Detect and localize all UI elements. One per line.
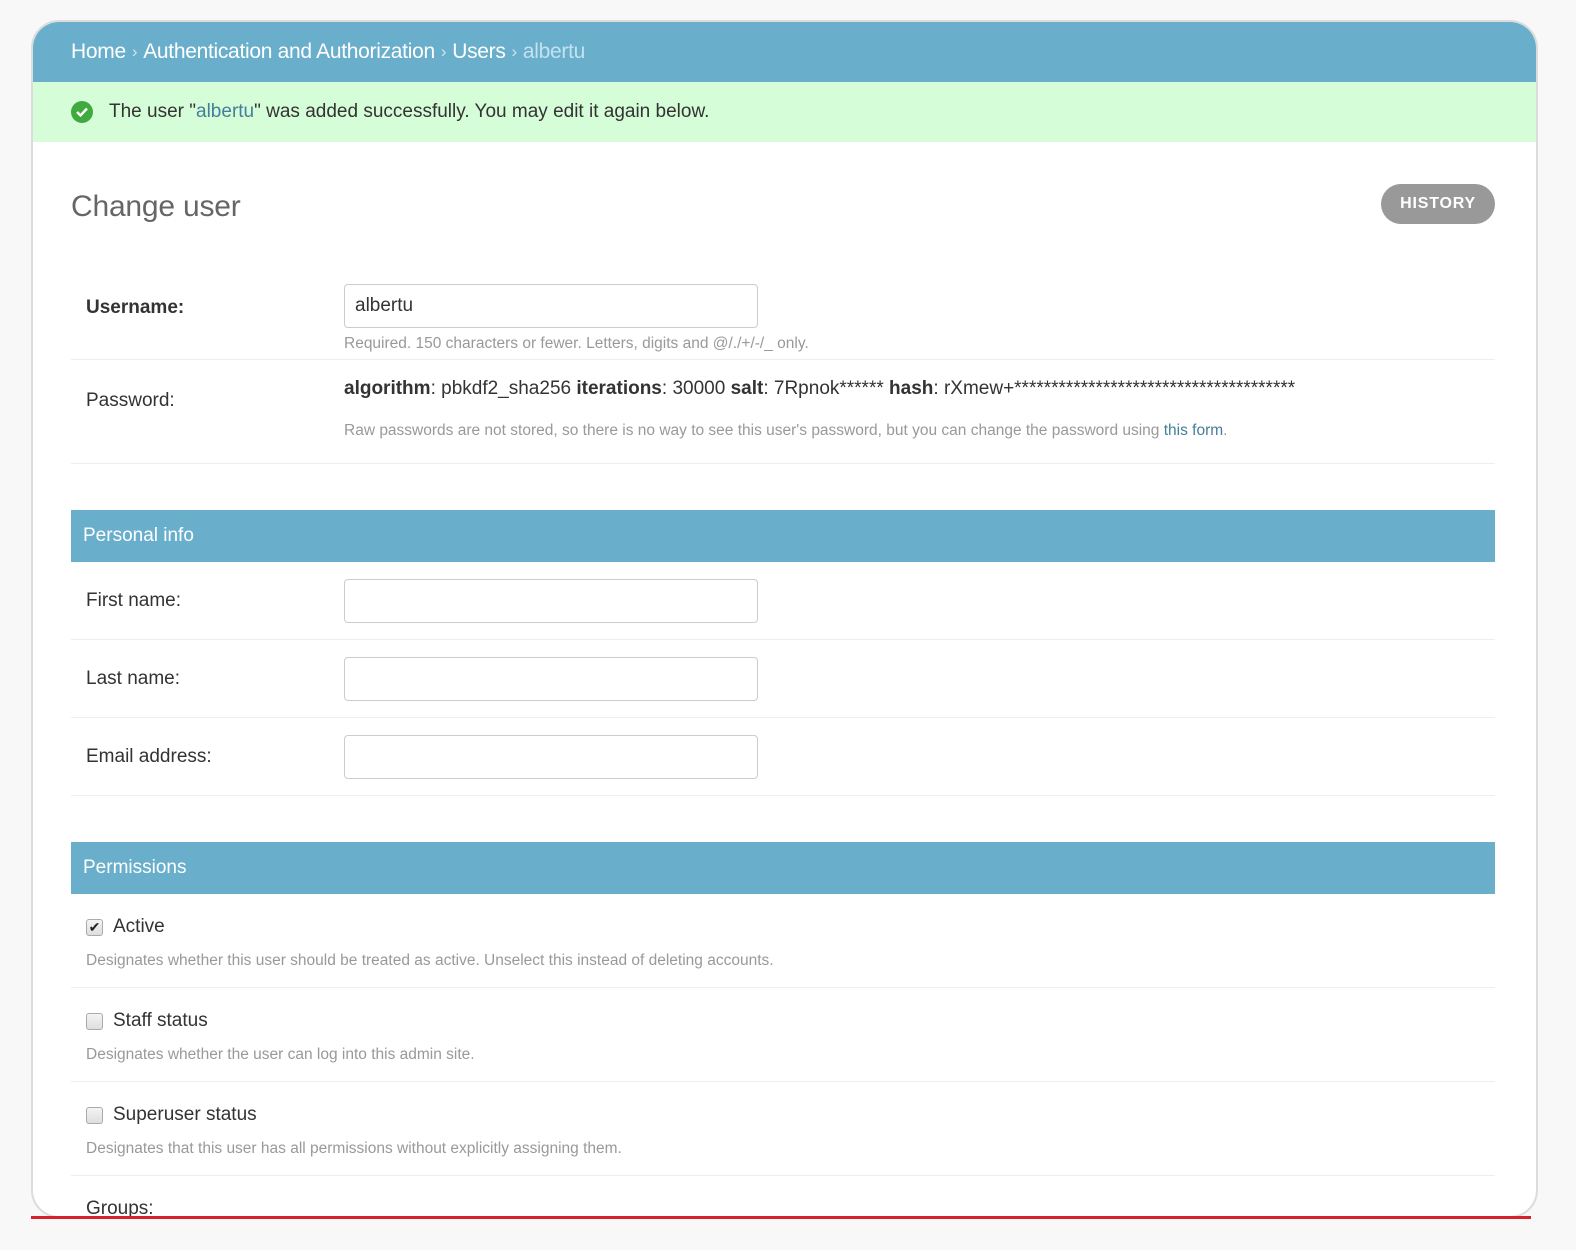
breadcrumb-separator: › xyxy=(131,42,138,61)
success-message: The user " albertu " was added successfull… xyxy=(33,82,1536,142)
last-name-input[interactable] xyxy=(344,656,758,701)
superuser-label[interactable]: Superuser status xyxy=(113,1104,257,1126)
form-row-first-name: First name: xyxy=(71,562,1495,640)
form-row-staff: Staff status Designates whether the user… xyxy=(71,988,1495,1082)
breadcrumb-separator: › xyxy=(440,42,447,61)
breadcrumb-current: albertu xyxy=(522,40,586,63)
staff-label[interactable]: Staff status xyxy=(113,1010,208,1032)
hash-value: rXmew+**********************************… xyxy=(943,378,1296,399)
username-help: Required. 150 characters or fewer. Lette… xyxy=(344,335,809,352)
password-hash-summary: algorithm: pbkdf2_sha256 iterations: 300… xyxy=(344,378,1296,399)
message-prefix: The user " xyxy=(109,101,197,122)
personal-info-heading: Personal info xyxy=(71,510,1495,562)
hash-key: hash xyxy=(889,378,934,399)
bottom-divider xyxy=(31,1216,1531,1219)
form-row-superuser: Superuser status Designates that this us… xyxy=(71,1082,1495,1176)
form-row-username: Username: Required. 150 characters or fe… xyxy=(71,272,1495,360)
first-name-label: First name: xyxy=(86,589,182,611)
username-label: Username: xyxy=(86,297,185,318)
algorithm-value: pbkdf2_sha256 xyxy=(441,378,572,399)
form-row-email: Email address: xyxy=(71,718,1495,796)
email-input[interactable] xyxy=(344,734,758,779)
active-help: Designates whether this user should be t… xyxy=(86,952,774,969)
active-label[interactable]: Active xyxy=(113,916,165,938)
superuser-checkbox[interactable] xyxy=(86,1106,103,1124)
message-user-link[interactable]: albertu xyxy=(196,101,254,123)
first-name-input[interactable] xyxy=(344,578,758,623)
success-check-icon xyxy=(71,101,93,123)
password-label: Password: xyxy=(86,390,175,411)
page-title: Change user xyxy=(71,190,241,223)
groups-label: Groups: xyxy=(86,1198,154,1218)
username-input[interactable] xyxy=(344,284,758,328)
email-label: Email address: xyxy=(86,745,212,767)
breadcrumb-home[interactable]: Home xyxy=(71,40,126,64)
password-help: Raw passwords are not stored, so there i… xyxy=(344,422,1295,440)
last-name-label: Last name: xyxy=(86,667,180,689)
change-password-link[interactable]: this form xyxy=(1164,422,1223,439)
staff-help: Designates whether the user can log into… xyxy=(86,1046,475,1063)
admin-window: Home › Authentication and Authorization … xyxy=(31,20,1538,1218)
form-row-last-name: Last name: xyxy=(71,640,1495,718)
staff-checkbox[interactable] xyxy=(86,1012,103,1030)
algorithm-key: algorithm xyxy=(344,378,431,399)
breadcrumb-separator: › xyxy=(511,42,518,61)
form-row-password: Password: algorithm: pbkdf2_sha256 itera… xyxy=(71,360,1495,464)
iterations-value: 30000 xyxy=(672,378,726,399)
message-suffix: " was added successfully. You may edit i… xyxy=(254,101,710,122)
breadcrumb: Home › Authentication and Authorization … xyxy=(33,22,1536,82)
salt-value: 7Rpnok****** xyxy=(773,378,884,399)
superuser-help: Designates that this user has all permis… xyxy=(86,1140,622,1157)
active-checkbox[interactable]: ✔ xyxy=(86,918,103,936)
breadcrumb-auth[interactable]: Authentication and Authorization xyxy=(143,40,435,64)
content: Change user HISTORY Username: Required. … xyxy=(33,142,1536,1218)
breadcrumb-users[interactable]: Users xyxy=(452,40,506,64)
history-button[interactable]: HISTORY xyxy=(1381,184,1495,224)
password-help-text: Raw passwords are not stored, so there i… xyxy=(344,422,1164,439)
permissions-heading: Permissions xyxy=(71,842,1495,894)
password-help-suffix: . xyxy=(1223,422,1228,439)
form-row-active: ✔ Active Designates whether this user sh… xyxy=(71,894,1495,988)
iterations-key: iterations xyxy=(576,378,662,399)
salt-key: salt xyxy=(730,378,764,399)
